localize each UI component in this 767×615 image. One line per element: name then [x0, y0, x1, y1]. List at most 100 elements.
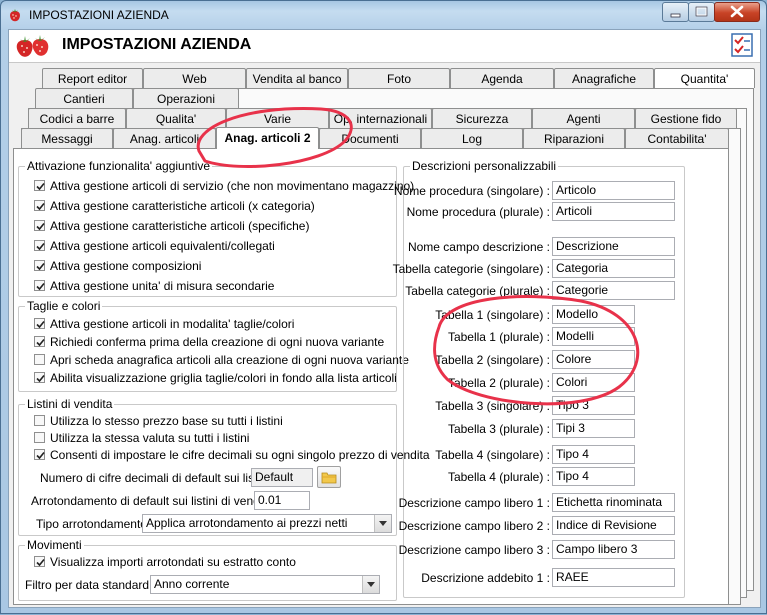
tab-documenti[interactable]: Documenti — [319, 128, 421, 148]
filtro-data-select[interactable]: Anno corrente — [150, 575, 380, 594]
check-icon — [36, 222, 45, 231]
checkbox-box[interactable] — [34, 449, 45, 460]
label-tipo-arrotondamento: Tipo arrotondamento : — [36, 517, 154, 531]
field-campo-libero-1[interactable]: Etichetta rinominata — [552, 493, 675, 512]
checkbox-box[interactable] — [34, 336, 45, 347]
label-tabella2-plurale: Tabella 2 (plurale) : — [447, 376, 550, 390]
checkbox-box[interactable] — [34, 432, 45, 443]
field-tabella2-singolare[interactable]: Colore — [552, 350, 635, 369]
label-decimali: Numero di cifre decimali di default sui … — [40, 471, 277, 485]
tab-riparazioni[interactable]: Riparazioni — [523, 128, 625, 148]
tab-report-editor[interactable]: Report editor — [42, 68, 143, 88]
decimali-field[interactable]: Default — [251, 468, 313, 487]
checkbox-box[interactable] — [34, 260, 45, 271]
tab-qualita[interactable]: Qualita' — [126, 108, 226, 128]
tab-anagrafiche[interactable]: Anagrafiche — [554, 68, 654, 88]
label-addebito-1: Descrizione addebito 1 : — [421, 571, 550, 585]
field-nome-procedura-singolare[interactable]: Articolo — [552, 181, 675, 200]
checkbox-box[interactable] — [34, 372, 45, 383]
field-tabella2-plurale[interactable]: Colori — [552, 373, 635, 392]
minimize-icon — [670, 13, 681, 18]
label-tabella2-singolare: Tabella 2 (singolare) : — [435, 353, 550, 367]
tab-contabilita[interactable]: Contabilita' — [625, 128, 729, 148]
dropdown-button[interactable] — [362, 576, 379, 593]
window-title: IMPOSTAZIONI AZIENDA — [29, 8, 169, 22]
tab-log[interactable]: Log — [421, 128, 523, 148]
checkbox-label: Visualizza importi arrotondati su estrat… — [50, 555, 296, 569]
check-icon — [36, 374, 45, 383]
field-nome-campo-descrizione[interactable]: Descrizione — [552, 237, 675, 256]
title-bar[interactable]: IMPOSTAZIONI AZIENDA — [1, 1, 766, 29]
tab-operazioni[interactable]: Operazioni — [133, 88, 239, 108]
tab-agenti[interactable]: Agenti — [532, 108, 635, 128]
tab-messaggi[interactable]: Messaggi — [21, 128, 113, 148]
checkbox-box[interactable] — [34, 415, 45, 426]
label-tabella-categorie-singolare: Tabella categorie (singolare) : — [392, 262, 550, 276]
tab-gestione-fido[interactable]: Gestione fido — [635, 108, 737, 128]
field-tabella3-singolare[interactable]: Tipo 3 — [552, 396, 635, 415]
checkbox-label: Apri scheda anagrafica articoli alla cre… — [50, 353, 409, 367]
dropdown-button[interactable] — [374, 515, 391, 532]
check-icon — [36, 320, 45, 329]
decimali-browse-button[interactable] — [317, 466, 341, 488]
checkbox-label: Attiva gestione articoli in modalita' ta… — [50, 317, 295, 331]
tab-sheet-anag-articoli-2: Attivazione funzionalita' aggiuntive Att… — [13, 148, 729, 605]
checkbox-box[interactable] — [34, 318, 45, 329]
checkbox-box[interactable] — [34, 180, 45, 191]
field-tabella1-singolare[interactable]: Modello — [552, 305, 635, 324]
tab-quantita[interactable]: Quantita' — [654, 68, 755, 88]
minimize-button[interactable] — [662, 2, 689, 22]
checkbox-box[interactable] — [34, 200, 45, 211]
checklist-icon[interactable] — [731, 33, 753, 57]
field-tabella3-plurale[interactable]: Tipi 3 — [552, 419, 635, 438]
label-campo-libero-3: Descrizione campo libero 3 : — [398, 543, 550, 557]
tab-agenda[interactable]: Agenda — [450, 68, 554, 88]
maximize-icon — [695, 6, 708, 17]
tab-varie[interactable]: Varie — [226, 108, 329, 128]
field-tabella4-plurale[interactable]: Tipo 4 — [552, 467, 635, 486]
main-window: IMPOSTAZIONI AZIENDA IMPOSTAZIONI AZIEND… — [0, 0, 767, 614]
checkbox-box[interactable] — [34, 240, 45, 251]
tab-cantieri[interactable]: Cantieri — [35, 88, 133, 108]
field-campo-libero-3[interactable]: Campo libero 3 — [552, 540, 675, 559]
group-taglie-colori: Taglie e colori Attiva gestione articoli… — [18, 299, 409, 392]
field-tabella4-singolare[interactable]: Tipo 4 — [552, 445, 635, 464]
checkbox-label: Utilizza lo stesso prezzo base su tutti … — [50, 414, 283, 428]
checkbox-label: Utilizza la stessa valuta su tutti i lis… — [50, 431, 250, 445]
close-button[interactable] — [714, 2, 760, 22]
field-nome-procedura-plurale[interactable]: Articoli — [552, 202, 675, 221]
strawberries-logo-icon — [16, 35, 49, 57]
tab-sicurezza[interactable]: Sicurezza — [432, 108, 532, 128]
group-legend: Listini di vendita — [25, 397, 115, 411]
field-addebito-1[interactable]: RAEE — [552, 568, 675, 587]
label-campo-libero-2: Descrizione campo libero 2 : — [398, 519, 550, 533]
tab-codici-a-barre[interactable]: Codici a barre — [28, 108, 126, 128]
checkbox-label: Attiva gestione articoli di servizio (ch… — [50, 179, 415, 193]
checkbox-box[interactable] — [34, 556, 45, 567]
checkbox-label: Consenti di impostare le cifre decimali … — [50, 448, 430, 462]
checkbox-box[interactable] — [34, 354, 45, 365]
tab-foto[interactable]: Foto — [348, 68, 450, 88]
group-movimenti: Movimenti Visualizza importi arrotondati… — [18, 538, 397, 601]
checkbox-box[interactable] — [34, 280, 45, 291]
tab-web[interactable]: Web — [143, 68, 246, 88]
field-tabella-categorie-singolare[interactable]: Categoria — [552, 259, 675, 278]
group-descrizioni: Descrizioni personalizzabili Nome proced… — [393, 159, 685, 598]
checkbox-box[interactable] — [34, 220, 45, 231]
tipo-arrotondamento-select[interactable]: Applica arrotondamento ai prezzi netti — [142, 514, 392, 533]
group-legend: Descrizioni personalizzabili — [410, 159, 559, 173]
tab-vendita-al-banco[interactable]: Vendita al banco — [246, 68, 348, 88]
arrotondamento-field[interactable]: 0.01 — [254, 491, 310, 510]
label-tabella3-singolare: Tabella 3 (singolare) : — [435, 399, 550, 413]
label-arrotondamento: Arrotondamento di default sui listini di… — [31, 494, 280, 508]
maximize-button[interactable] — [688, 2, 715, 22]
tab-anag-articoli[interactable]: Anag. articoli — [113, 128, 216, 148]
label-filtro-data: Filtro per data standard : — [25, 578, 156, 592]
field-campo-libero-2[interactable]: Indice di Revisione — [552, 516, 675, 535]
label-tabella4-plurale: Tabella 4 (plurale) : — [447, 470, 550, 484]
tab-anag-articoli-2[interactable]: Anag. articoli 2 — [216, 127, 319, 149]
field-tabella1-plurale[interactable]: Modelli — [552, 327, 635, 346]
check-icon — [36, 182, 45, 191]
field-tabella-categorie-plurale[interactable]: Categorie — [552, 281, 675, 300]
tab-op-internazionali[interactable]: Op. internazionali — [329, 108, 432, 128]
